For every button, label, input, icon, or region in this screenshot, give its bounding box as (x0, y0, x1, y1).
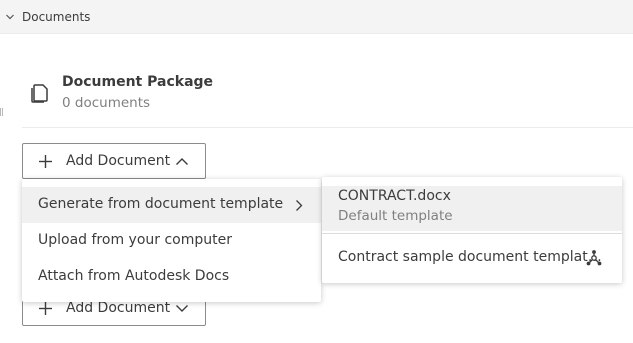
plus-icon (39, 155, 52, 168)
divider (22, 127, 633, 128)
menu-item-label: Attach from Autodesk Docs (38, 268, 230, 284)
documents-section-header[interactable]: Documents (0, 0, 633, 34)
section-title: Documents (22, 10, 91, 24)
menu-item-label: Generate from document template (38, 196, 284, 212)
template-name: Contract sample document templat… (338, 249, 602, 265)
plus-icon (39, 302, 52, 315)
add-document-label: Add Document (66, 153, 171, 169)
resize-handle[interactable] (0, 108, 3, 116)
document-count: 0 documents (62, 95, 151, 111)
template-item-contract-sample[interactable]: Contract sample document templat… (322, 240, 622, 276)
chevron-down-icon (176, 305, 188, 312)
document-package-name: Document Package (62, 74, 214, 90)
menu-item-label: Upload from your computer (38, 232, 232, 248)
chevron-down-icon[interactable] (5, 12, 15, 22)
add-document-button[interactable]: Add Document (22, 143, 206, 179)
menu-item-attach-from-autodesk-docs[interactable]: Attach from Autodesk Docs (22, 259, 321, 295)
chevron-right-icon (296, 200, 303, 211)
add-document-menu: Generate from document template Upload f… (22, 179, 321, 302)
document-package-icon (31, 84, 48, 103)
divider (322, 233, 622, 234)
template-submenu: CONTRACT.docx Default template Contract … (322, 177, 622, 283)
template-item-contract-docx[interactable]: CONTRACT.docx Default template (322, 186, 622, 231)
menu-item-generate-from-template[interactable]: Generate from document template (22, 187, 321, 223)
chevron-up-icon (176, 158, 188, 165)
menu-item-upload-from-computer[interactable]: Upload from your computer (22, 223, 321, 259)
share-icon (586, 250, 602, 266)
add-document-label: Add Document (66, 300, 171, 316)
template-name: CONTRACT.docx (338, 188, 451, 204)
template-description: Default template (338, 208, 453, 224)
